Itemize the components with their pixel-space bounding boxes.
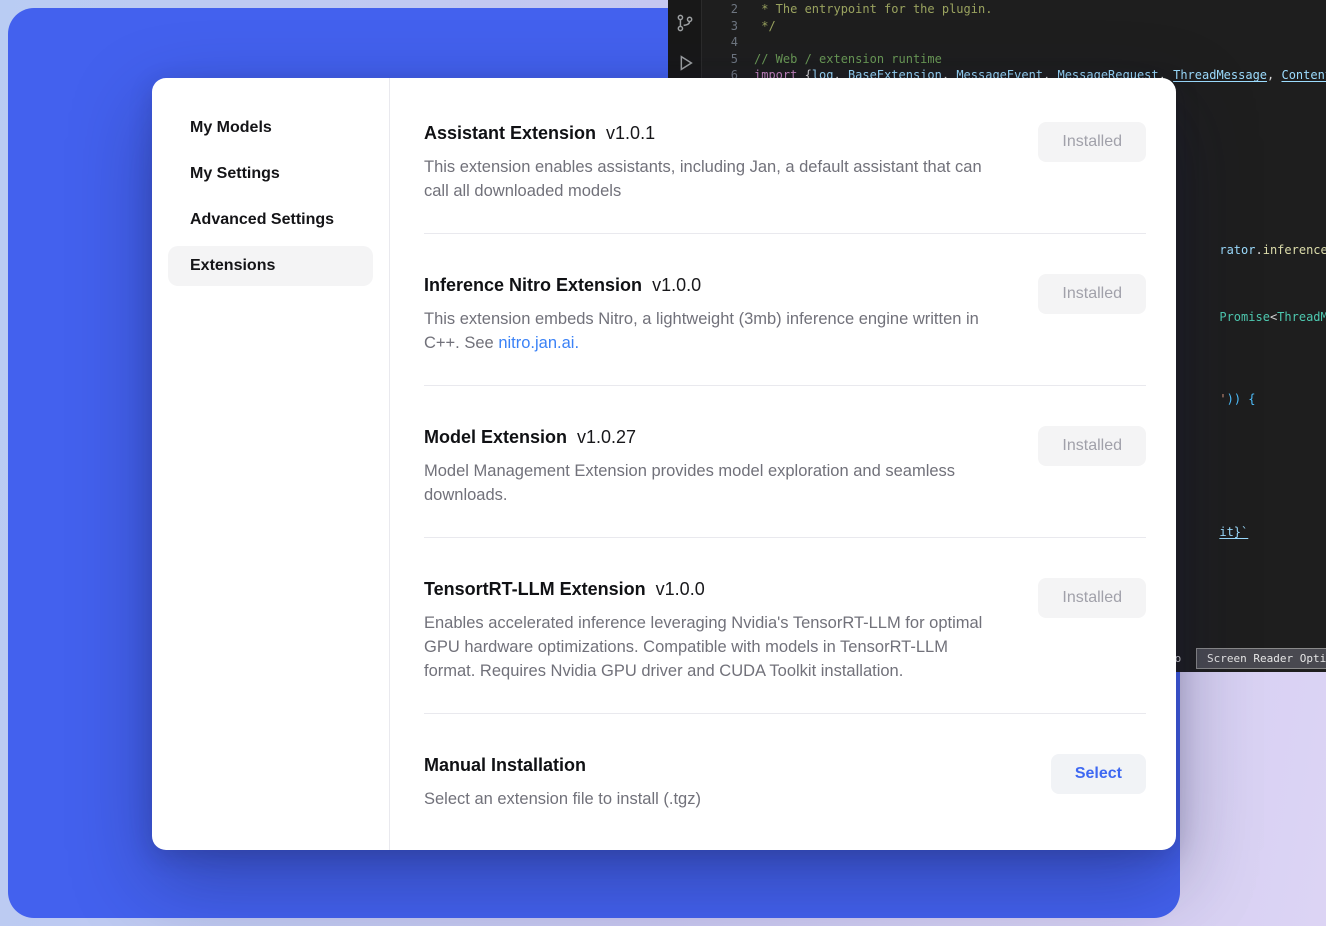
extension-heading: Assistant Extension v1.0.1 (424, 122, 1014, 145)
screen-reader-notice[interactable]: Screen Reader Optimize (1196, 648, 1326, 669)
line-number: 3 (702, 19, 754, 33)
manual-installation-title: Manual Installation (424, 754, 1027, 777)
code-token: )) { (1227, 392, 1256, 406)
extension-description: Model Management Extension provides mode… (424, 459, 999, 507)
code-fragment: it}` (1176, 511, 1248, 553)
extension-title: TensortRT-LLM Extension (424, 579, 646, 599)
installed-button-model[interactable]: Installed (1038, 426, 1146, 466)
line-number: 2 (702, 2, 754, 16)
code-token: ThreadMessage (1173, 68, 1267, 82)
code-fragment: Promise<ThreadMessage> (1176, 296, 1326, 338)
code-text: */ (754, 19, 776, 33)
divider (424, 385, 1146, 386)
extension-description: Enables accelerated inference leveraging… (424, 611, 999, 683)
extension-row-nitro: Inference Nitro Extension v1.0.0 This ext… (424, 274, 1146, 355)
extension-heading: TensortRT-LLM Extension v1.0.0 (424, 578, 1014, 601)
sidebar-item-my-models[interactable]: My Models (168, 108, 373, 148)
code-token: inference (1263, 243, 1326, 257)
code-token: ThreadMessage (1277, 310, 1326, 324)
editor-code-area: 2 * The entrypoint for the plugin. 3 */ … (702, 1, 1326, 84)
extension-info: Manual Installation Select an extension … (424, 754, 1027, 811)
extension-info: Model Extension v1.0.27 Model Management … (424, 426, 1014, 507)
extension-version: v1.0.1 (606, 123, 655, 143)
extension-row-assistant: Assistant Extension v1.0.1 This extension… (424, 122, 1146, 203)
sidebar-item-my-settings[interactable]: My Settings (168, 154, 373, 194)
code-token: ContentType (1281, 68, 1326, 82)
extension-description: This extension enables assistants, inclu… (424, 155, 999, 203)
desktop: 2 * The entrypoint for the plugin. 3 */ … (0, 0, 1326, 926)
extension-description: This extension embeds Nitro, a lightweig… (424, 307, 999, 355)
code-token: Promise (1219, 310, 1270, 324)
extension-heading: Inference Nitro Extension v1.0.0 (424, 274, 1014, 297)
extension-row-tensorrt: TensortRT-LLM Extension v1.0.0 Enables ac… (424, 578, 1146, 683)
divider (424, 713, 1146, 714)
code-fragment: ')) { (1176, 378, 1256, 420)
source-control-icon[interactable] (674, 12, 696, 34)
extension-info: Inference Nitro Extension v1.0.0 This ext… (424, 274, 1014, 355)
settings-modal: My Models My Settings Advanced Settings … (152, 78, 1176, 850)
sidebar-item-extensions[interactable]: Extensions (168, 246, 373, 286)
installed-button-tensorrt[interactable]: Installed (1038, 578, 1146, 618)
code-line: 3 */ (702, 18, 1326, 35)
code-token: , (1267, 68, 1281, 82)
code-line: 2 * The entrypoint for the plugin. (702, 1, 1326, 18)
installed-button-assistant[interactable]: Installed (1038, 122, 1146, 162)
divider (424, 537, 1146, 538)
extension-title: Manual Installation (424, 755, 586, 775)
installed-button-nitro[interactable]: Installed (1038, 274, 1146, 314)
code-line: 5 // Web / extension runtime (702, 51, 1326, 68)
code-fragment: rator.inference(data)); (1176, 229, 1326, 271)
divider (424, 233, 1146, 234)
code-token: . (1255, 243, 1262, 257)
extension-title: Assistant Extension (424, 123, 596, 143)
select-button[interactable]: Select (1051, 754, 1146, 794)
extension-version: v1.0.0 (652, 275, 701, 295)
manual-installation-description: Select an extension file to install (.tg… (424, 787, 999, 811)
nitro-link[interactable]: nitro.jan.ai. (498, 334, 579, 352)
extension-version: v1.0.0 (656, 579, 705, 599)
code-token: ' (1219, 392, 1226, 406)
manual-installation-row: Manual Installation Select an extension … (424, 754, 1146, 811)
code-token: rator (1219, 243, 1255, 257)
extension-version: v1.0.27 (577, 427, 636, 447)
extensions-panel: Assistant Extension v1.0.1 This extension… (390, 78, 1176, 850)
extension-title: Model Extension (424, 427, 567, 447)
line-number: 4 (702, 35, 754, 49)
extension-title: Inference Nitro Extension (424, 275, 642, 295)
code-text: * The entrypoint for the plugin. (754, 2, 992, 16)
extension-row-model: Model Extension v1.0.27 Model Management … (424, 426, 1146, 507)
run-debug-icon[interactable] (674, 52, 696, 74)
sidebar-item-advanced-settings[interactable]: Advanced Settings (168, 200, 373, 240)
code-token: it}` (1219, 525, 1248, 539)
code-line: 4 (702, 34, 1326, 51)
extension-heading: Model Extension v1.0.27 (424, 426, 1014, 449)
code-text: // Web / extension runtime (754, 52, 942, 66)
line-number: 5 (702, 52, 754, 66)
extension-info: TensortRT-LLM Extension v1.0.0 Enables ac… (424, 578, 1014, 683)
settings-sidebar: My Models My Settings Advanced Settings … (152, 78, 390, 850)
extension-info: Assistant Extension v1.0.1 This extension… (424, 122, 1014, 203)
